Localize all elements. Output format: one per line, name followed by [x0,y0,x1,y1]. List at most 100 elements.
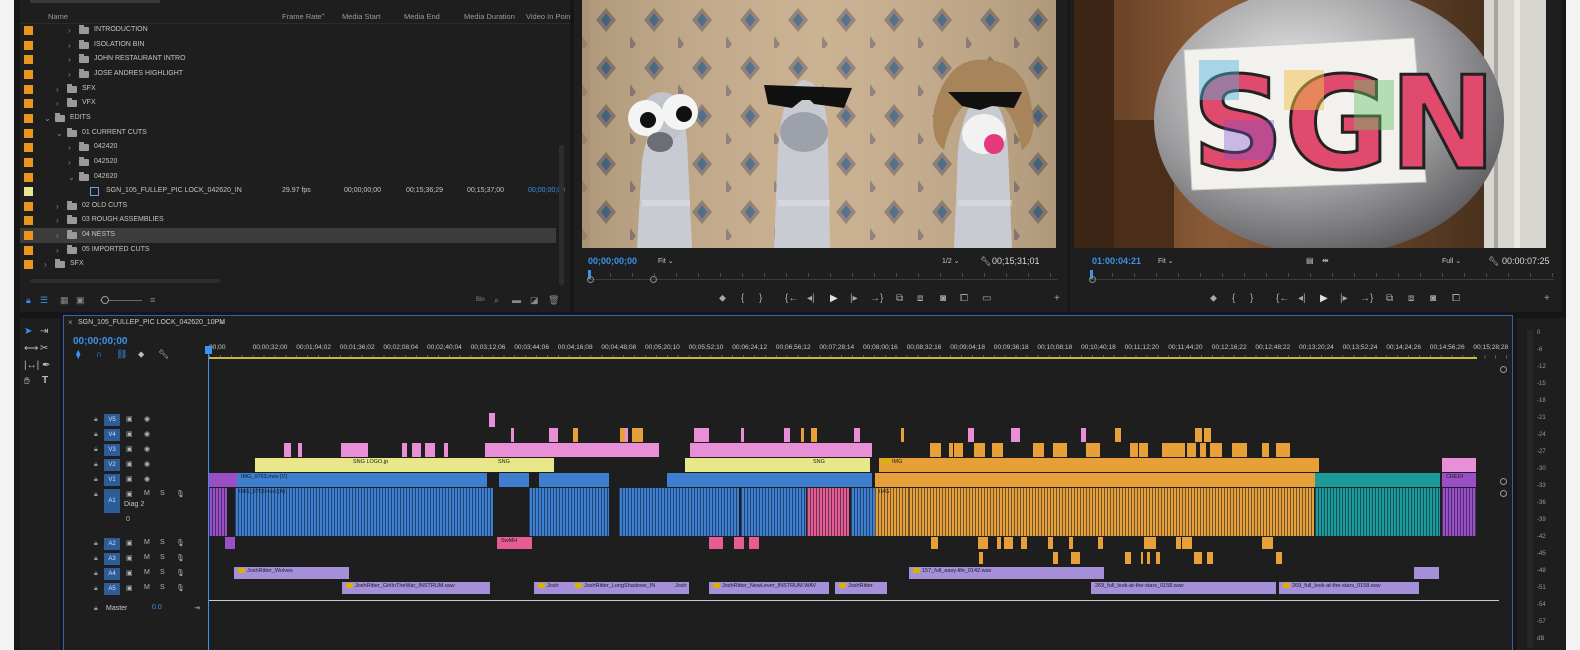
timeline-clip[interactable] [1125,552,1131,564]
timeline-clip[interactable] [949,443,954,457]
chevron-right-icon[interactable]: › [56,85,59,94]
project-item[interactable]: ⌄ EDITS [20,111,556,126]
eye-icon[interactable]: ◉ [144,445,150,453]
timeline-clip[interactable]: Josh [671,582,689,594]
timeline-clip[interactable] [1194,428,1203,442]
program-video-frame[interactable]: SGN [1074,0,1546,248]
timeline-clip[interactable] [853,428,861,442]
timeline-clip[interactable] [489,443,659,457]
timeline-clip[interactable] [978,552,984,564]
step-forward-icon[interactable]: |▸ [850,293,858,304]
play-icon[interactable]: ▶ [830,293,838,304]
timeline-clip[interactable] [810,428,817,442]
source-fit-dropdown[interactable]: Fit ⌄ [658,257,674,265]
timeline-clip[interactable] [709,537,723,549]
chevron-right-icon[interactable]: › [68,70,71,79]
project-item[interactable]: › INTRODUCTION [20,23,556,38]
mic-icon[interactable]: 🎙︎ [176,584,185,592]
track-lock-icon[interactable]: 🔒︎ [94,476,98,484]
nest-icon[interactable]: ⧫ [76,349,80,360]
label-color-swatch[interactable] [24,172,33,182]
timeline-clip[interactable]: Josh [534,582,571,594]
track-volume[interactable]: 0 [126,516,130,523]
program-step-forward-icon[interactable]: |▸ [1340,293,1348,304]
go-to-in-icon[interactable]: {← [785,293,798,304]
zoom-slider-handle[interactable] [101,296,109,304]
track-lock-icon[interactable]: 🔒︎ [94,585,98,593]
slip-tool-icon[interactable]: |↔| [24,360,39,371]
source-zoom-handle-right[interactable] [650,276,657,283]
go-to-out-icon[interactable]: →} [870,293,883,304]
mute-button[interactable]: M [144,584,150,591]
column-name[interactable]: Name [48,12,68,21]
fit-arrows-icon[interactable]: ⇹ [1322,256,1329,265]
mark-in-icon[interactable]: { [741,293,744,304]
timeline-clip[interactable] [631,428,637,442]
timeline-clip[interactable] [499,473,529,487]
track-output-icon[interactable]: ▣ [126,490,133,498]
step-back-icon[interactable]: ◂| [807,293,815,304]
timeline-clip[interactable] [1207,552,1213,564]
project-item[interactable]: › SFX [20,82,556,97]
timeline-clip[interactable] [1071,552,1074,564]
label-color-swatch[interactable] [24,113,33,123]
overwrite-icon[interactable]: ⧈ [917,293,923,304]
timeline-clip[interactable] [1175,537,1181,549]
timeline-clip[interactable]: SNG [494,458,554,472]
timeline-clip[interactable] [734,537,744,549]
timeline-clip[interactable] [968,428,974,442]
program-zoom-handle[interactable] [1089,276,1096,283]
timeline-clip[interactable] [346,443,350,457]
close-sequence-icon[interactable]: × [68,318,73,327]
timeline-clip[interactable] [1129,443,1139,457]
pen-tool-icon[interactable]: ✒︎ [42,360,50,371]
project-item[interactable]: › 05 IMPORTED CUTS [20,243,556,258]
project-item[interactable]: › 042520 [20,155,556,170]
timeline-clip[interactable] [1235,443,1248,457]
timeline-clip[interactable] [1016,428,1020,442]
column-frame-rate[interactable]: Frame Rate [282,12,322,21]
sequence-tab-title[interactable]: SGN_105_FULLEP_PIC LOCK_042620_10PM [78,319,225,326]
timeline-clip[interactable] [801,428,805,442]
chevron-down-icon[interactable]: ⌄ [44,114,51,123]
timeline-clip[interactable] [619,428,626,442]
timeline-clip[interactable]: IMG_0763.mov [V] [237,473,487,487]
timeline-clip[interactable] [1187,443,1196,457]
type-tool-icon[interactable]: T [42,375,48,386]
project-horizontal-scrollbar[interactable] [30,279,220,283]
razor-tool-icon[interactable]: ✂︎ [40,343,48,354]
track-lock-icon[interactable]: 🔒︎ [94,570,98,578]
timeline-clip[interactable] [298,443,303,457]
chevron-right-icon[interactable]: › [56,202,59,211]
timeline-clip[interactable] [909,488,1314,536]
program-export-frame-icon[interactable]: ◙ [1430,293,1436,304]
label-color-swatch[interactable] [24,69,33,79]
timeline-clip[interactable] [225,537,235,549]
timeline-clip[interactable] [1194,552,1203,564]
extract-icon[interactable]: ⧈ [1408,293,1414,304]
safe-margins-icon[interactable]: ▭ [982,293,991,304]
lock-icon[interactable]: 🔒︎ [26,295,31,306]
program-resolution-dropdown[interactable]: Full ⌄ [1442,257,1461,265]
project-item[interactable]: › 04 NESTS [20,228,556,243]
add-marker-icon[interactable]: ⬥ [719,293,726,304]
timeline-clip[interactable] [1315,473,1440,487]
timeline-clip[interactable] [1156,552,1161,564]
chevron-right-icon[interactable]: › [56,231,59,240]
master-end-icon[interactable]: ⇥ [194,604,200,612]
timeline-clip[interactable] [401,443,408,457]
mute-button[interactable]: M [144,569,150,576]
label-color-swatch[interactable] [24,187,33,197]
timeline-clip[interactable] [411,443,421,457]
scroll-knob-top[interactable] [1500,366,1507,373]
lift-icon[interactable]: ⧉ [1386,293,1393,304]
program-time-ruler[interactable] [1089,270,1554,286]
timeline-clip[interactable] [431,443,435,457]
timeline-clip[interactable] [1442,488,1476,536]
project-item[interactable]: › 042420 [20,140,556,155]
timeline-clip[interactable] [695,443,705,457]
timeline-clip[interactable] [694,428,709,442]
source-video-frame[interactable] [582,0,1056,248]
freeform-view-icon[interactable]: ▣ [76,295,85,306]
track-output-icon[interactable]: ▣ [126,415,133,423]
